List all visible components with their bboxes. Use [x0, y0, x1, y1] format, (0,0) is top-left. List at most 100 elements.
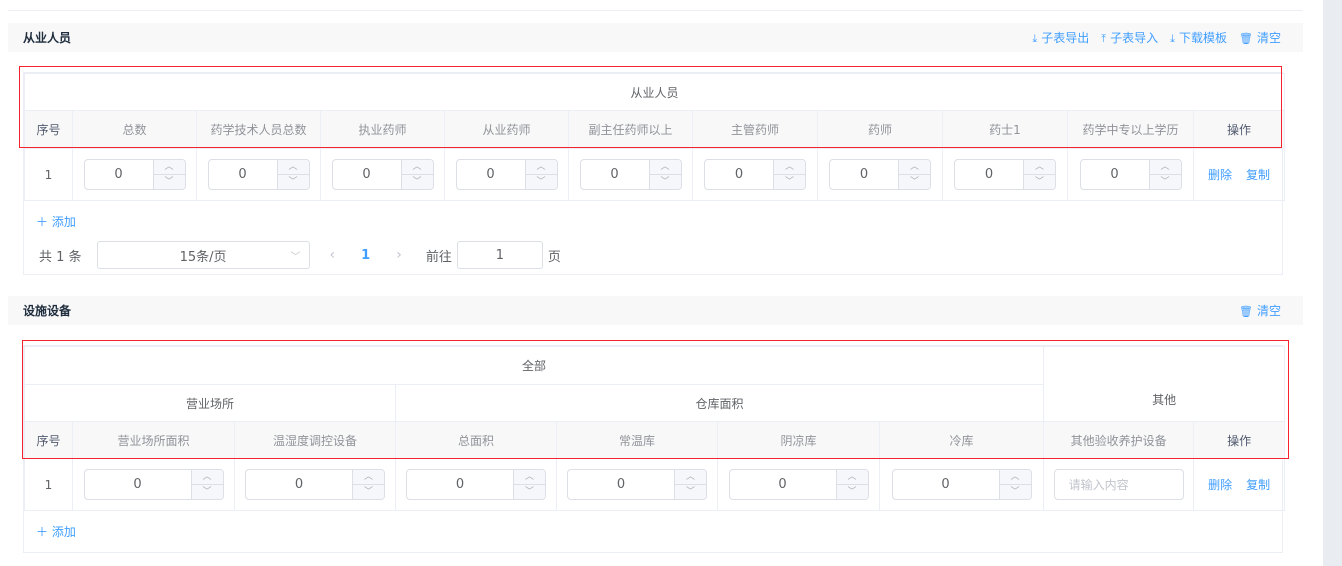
- column-header: 常温库: [556, 421, 718, 459]
- column-header: 冷库: [878, 421, 1045, 459]
- column-header: 营业场所面积: [72, 421, 235, 459]
- decrease-button[interactable]: ﹀: [192, 485, 223, 499]
- decrease-button[interactable]: ﹀: [1000, 485, 1031, 499]
- scrollbar[interactable]: [1323, 0, 1342, 566]
- column-header: 其他验收养护设备: [1043, 421, 1195, 459]
- other-equipment-input[interactable]: 请输入内容: [1053, 469, 1184, 500]
- download-template-button[interactable]: ⤓ 下载模板: [1170, 29, 1227, 46]
- copy-button[interactable]: 复制: [1246, 478, 1270, 492]
- decrease-button[interactable]: ﹀: [154, 175, 185, 189]
- increase-button[interactable]: ︿: [525, 160, 557, 175]
- number-input[interactable]: 0 ︿ ﹀: [954, 159, 1056, 190]
- column-header: 药学技术人员总数: [196, 110, 321, 149]
- column-header: 总数: [72, 110, 197, 149]
- page-suffix: 页: [547, 249, 561, 265]
- column-header: 总面积: [395, 421, 557, 459]
- next-page-button[interactable]: ›: [396, 247, 402, 263]
- clear-button[interactable]: 🗑 清空: [1239, 302, 1281, 319]
- prev-page-button[interactable]: ‹: [330, 247, 336, 263]
- number-input[interactable]: 0 ︿ ﹀: [579, 159, 682, 190]
- add-row-button[interactable]: ＋ 添加: [36, 523, 76, 540]
- download-icon: ⤓: [1170, 32, 1175, 45]
- increase-button[interactable]: ︿: [514, 470, 545, 485]
- increase-button[interactable]: ︿: [1149, 160, 1181, 175]
- row-index: 1: [24, 148, 73, 201]
- decrease-button[interactable]: ﹀: [514, 485, 545, 499]
- column-header: 序号: [24, 110, 73, 149]
- decrease-button[interactable]: ﹀: [1024, 175, 1055, 189]
- number-input[interactable]: 0 ︿ ﹀: [455, 159, 558, 190]
- trash-icon: 🗑: [1239, 32, 1253, 45]
- number-input[interactable]: 0 ︿ ﹀: [331, 159, 434, 190]
- column-header: 温湿度调控设备: [234, 421, 396, 459]
- number-input[interactable]: 0 ︿ ﹀: [1079, 159, 1182, 190]
- number-input[interactable]: 0 ︿ ﹀: [83, 469, 224, 500]
- copy-button[interactable]: 复制: [1246, 168, 1270, 182]
- number-input[interactable]: 0 ︿ ﹀: [83, 159, 186, 190]
- increase-button[interactable]: ︿: [191, 470, 223, 485]
- increase-button[interactable]: ︿: [649, 160, 681, 175]
- column-header: 操作: [1193, 421, 1286, 459]
- add-row-button[interactable]: ＋ 添加: [36, 213, 76, 230]
- group-header-other: 其他: [1043, 346, 1286, 422]
- decrease-button[interactable]: ﹀: [353, 485, 384, 499]
- chevron-down-icon: ﹀: [290, 251, 301, 263]
- number-input[interactable]: 0 ︿ ﹀: [829, 159, 931, 190]
- import-subtable-button[interactable]: ⤒ 子表导入: [1101, 29, 1158, 46]
- number-input[interactable]: 0 ︿ ﹀: [567, 469, 707, 500]
- increase-button[interactable]: ︿: [836, 470, 868, 485]
- section-header-facilities: 设施设备 🗑 清空: [8, 296, 1303, 325]
- section-header-staff: 从业人员 ⤓ 子表导出 ⤒ 子表导入 ⤓ 下载模板 🗑 清空: [8, 23, 1303, 52]
- decrease-button[interactable]: ﹀: [526, 175, 557, 189]
- decrease-button[interactable]: ﹀: [899, 175, 930, 189]
- divider: [8, 10, 1303, 11]
- group-header-all: 全部: [23, 346, 1045, 385]
- number-input[interactable]: 0 ︿ ﹀: [406, 469, 546, 500]
- decrease-button[interactable]: ﹀: [1150, 175, 1181, 189]
- export-icon: ⤓: [1032, 32, 1038, 45]
- goto-page-input[interactable]: 1: [456, 241, 543, 269]
- increase-button[interactable]: ︿: [353, 470, 384, 485]
- column-header: 药士1: [942, 110, 1068, 149]
- number-input[interactable]: 0 ︿ ﹀: [704, 159, 806, 190]
- increase-button[interactable]: ︿: [153, 160, 185, 175]
- decrease-button[interactable]: ﹀: [675, 485, 706, 499]
- column-header: 阴凉库: [717, 421, 880, 459]
- export-subtable-button[interactable]: ⤓ 子表导出: [1032, 29, 1089, 46]
- column-header: 药师: [817, 110, 943, 149]
- staff-table: 从业人员 序号 总数 药学技术人员总数 执业药师 从业药师 副主任药师以上 主管药师 药师 药士…: [23, 72, 1286, 275]
- number-input[interactable]: 0 ︿ ﹀: [891, 469, 1032, 500]
- import-icon: ⤒: [1101, 32, 1107, 45]
- table-row: 1 0 ︿ ﹀ 0 ︿ ﹀ 0 ︿ ﹀ 0 ︿ ﹀ 0 ︿ ﹀ 0 ︿ ﹀ 请输入内容 删除 复制: [24, 458, 1286, 511]
- row-index: 1: [24, 458, 73, 511]
- table-row: 1 0 ︿ ﹀ 0 ︿ ﹀ 0 ︿ ﹀ 0 ︿ ﹀ 0 ︿ ﹀ 0 ︿ ﹀ 0 ︿ ﹀ 0 ︿ ﹀ 0 ︿ ﹀ 删除 复制: [24, 148, 1286, 201]
- delete-button[interactable]: 删除: [1208, 168, 1232, 182]
- clear-button[interactable]: 🗑 清空: [1239, 29, 1281, 46]
- increase-button[interactable]: ︿: [999, 470, 1031, 485]
- increase-button[interactable]: ︿: [1024, 160, 1055, 175]
- decrease-button[interactable]: ﹀: [774, 175, 805, 189]
- group-header-warehouse: 仓库面积: [394, 384, 1045, 422]
- decrease-button[interactable]: ﹀: [402, 175, 433, 189]
- page-size-select[interactable]: 15条/页 ﹀: [96, 241, 310, 269]
- goto-label: 前往: [425, 249, 452, 265]
- page-number[interactable]: 1: [361, 248, 370, 263]
- column-header: 副主任药师以上: [568, 110, 693, 149]
- increase-button[interactable]: ︿: [899, 160, 930, 175]
- increase-button[interactable]: ︿: [675, 470, 706, 485]
- number-input[interactable]: 0 ︿ ﹀: [245, 469, 385, 500]
- decrease-button[interactable]: ﹀: [837, 485, 868, 499]
- decrease-button[interactable]: ﹀: [650, 175, 681, 189]
- increase-button[interactable]: ︿: [774, 160, 805, 175]
- number-input[interactable]: 0 ︿ ﹀: [207, 159, 310, 190]
- column-header: 执业药师: [320, 110, 445, 149]
- decrease-button[interactable]: ﹀: [278, 175, 309, 189]
- number-input[interactable]: 0 ︿ ﹀: [728, 469, 869, 500]
- delete-button[interactable]: 删除: [1208, 478, 1232, 492]
- section-title: 从业人员: [23, 31, 72, 45]
- increase-button[interactable]: ︿: [277, 160, 309, 175]
- column-header: 操作: [1192, 110, 1286, 149]
- column-header: 序号: [24, 421, 73, 459]
- increase-button[interactable]: ︿: [401, 160, 433, 175]
- column-header: 药学中专以上学历: [1067, 110, 1194, 149]
